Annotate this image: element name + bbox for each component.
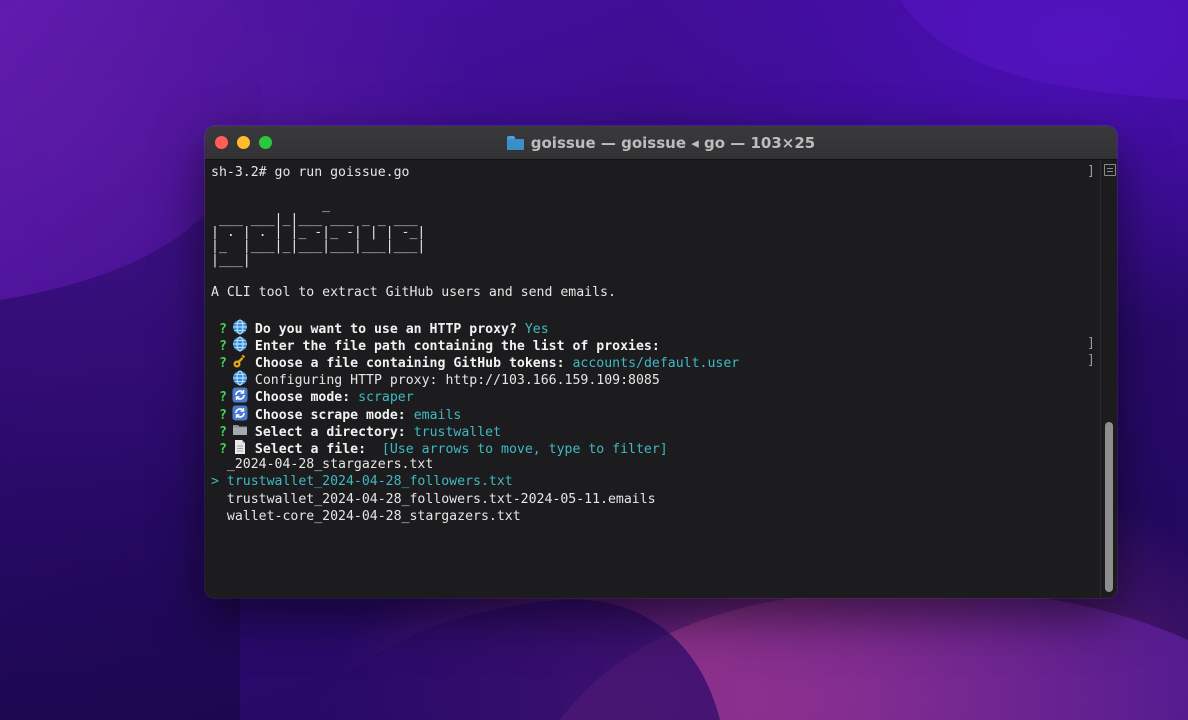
ascii-logo: _ ___ ___|_|___ ___ _ _ ___ | . | . | |_… <box>211 198 426 268</box>
file-option[interactable]: _2024-04-28_stargazers.txt <box>211 456 1101 473</box>
prompt-line-1: ? Enter the file path containing the list… <box>211 336 1101 354</box>
answer-text: accounts/default.user <box>564 356 740 372</box>
refresh-icon <box>232 405 250 421</box>
question-mark: ? <box>211 321 227 337</box>
question-text: Choose scrape mode: <box>254 407 406 423</box>
prompt-line-0: ? Do you want to use an HTTP proxy? Yes <box>211 319 1101 337</box>
prompt-line: sh-3.2# go run goissue.go <box>211 165 410 180</box>
question-text: Configuring HTTP proxy: http://103.166.1… <box>254 373 660 389</box>
prompt-line-5: ? Choose scrape mode: emails <box>211 405 1101 423</box>
answer-text: Yes <box>516 321 549 337</box>
question-mark: ? <box>211 338 227 354</box>
question-mark <box>211 373 227 388</box>
globe-icon <box>232 370 250 386</box>
terminal-output[interactable]: sh-3.2# go run goissue.go _ ___ ___|_|__… <box>205 160 1101 598</box>
question-text: Choose mode: <box>254 390 351 406</box>
question-text: Choose a file containing GitHub tokens: <box>254 356 565 372</box>
terminal-window[interactable]: goissue — goissue ◂ go — 103×25 sh-3.2# … <box>205 126 1117 598</box>
file-selector[interactable]: _2024-04-28_stargazers.txt > trustwallet_… <box>211 456 1101 525</box>
answer-text: trustwallet <box>405 424 502 440</box>
window-title: goissue — goissue ◂ go — 103×25 <box>205 126 1117 159</box>
globe-icon <box>232 336 250 352</box>
folder-icon <box>232 422 250 437</box>
question-mark: ? <box>211 407 227 423</box>
question-mark: ? <box>211 442 227 458</box>
file-option[interactable]: > trustwallet_2024-04-28_followers.txt <box>211 473 1101 490</box>
document-icon <box>232 439 250 455</box>
question-mark: ? <box>211 356 227 372</box>
prompt-line-2: ? Choose a file containing GitHub tokens:… <box>211 353 1101 372</box>
prompt-list: ? Do you want to use an HTTP proxy? Yes ?… <box>211 319 1101 457</box>
answer-text: [Use arrows to move, type to filter] <box>366 442 668 458</box>
question-mark: ? <box>211 390 227 406</box>
question-text: Enter the file path containing the list … <box>254 338 660 354</box>
prompt-line-4: ? Choose mode: scraper <box>211 387 1101 406</box>
prompt-line-3: Configuring HTTP proxy: http://103.166.1… <box>211 370 1101 389</box>
question-text: Select a directory: <box>254 424 406 440</box>
question-mark: ? <box>211 424 227 440</box>
window-titlebar[interactable]: goissue — goissue ◂ go — 103×25 <box>205 126 1117 160</box>
answer-text: emails <box>405 407 462 423</box>
window-title-text: goissue — goissue ◂ go — 103×25 <box>530 133 816 152</box>
prompt-line-7: ? Select a file: [Use arrows to move, typ… <box>211 439 1101 458</box>
file-option[interactable]: trustwallet_2024-04-28_followers.txt-202… <box>211 491 1101 508</box>
question-text: Do you want to use an HTTP proxy? <box>254 321 517 337</box>
scrollbar-thumb[interactable] <box>1105 422 1113 592</box>
question-text: Select a file: <box>254 442 367 458</box>
file-option[interactable]: wallet-core_2024-04-28_stargazers.txt <box>211 508 1101 525</box>
prompt-line-6: ? Select a directory: trustwallet <box>211 422 1101 440</box>
refresh-icon <box>232 387 250 403</box>
tool-description: A CLI tool to extract GitHub users and s… <box>211 285 616 301</box>
globe-icon <box>232 319 250 335</box>
split-pane-icon[interactable] <box>1104 164 1116 176</box>
vertical-scrollbar[interactable] <box>1100 160 1117 598</box>
answer-text: scraper <box>350 390 414 406</box>
folder-icon <box>506 135 524 150</box>
key-icon <box>232 353 250 368</box>
